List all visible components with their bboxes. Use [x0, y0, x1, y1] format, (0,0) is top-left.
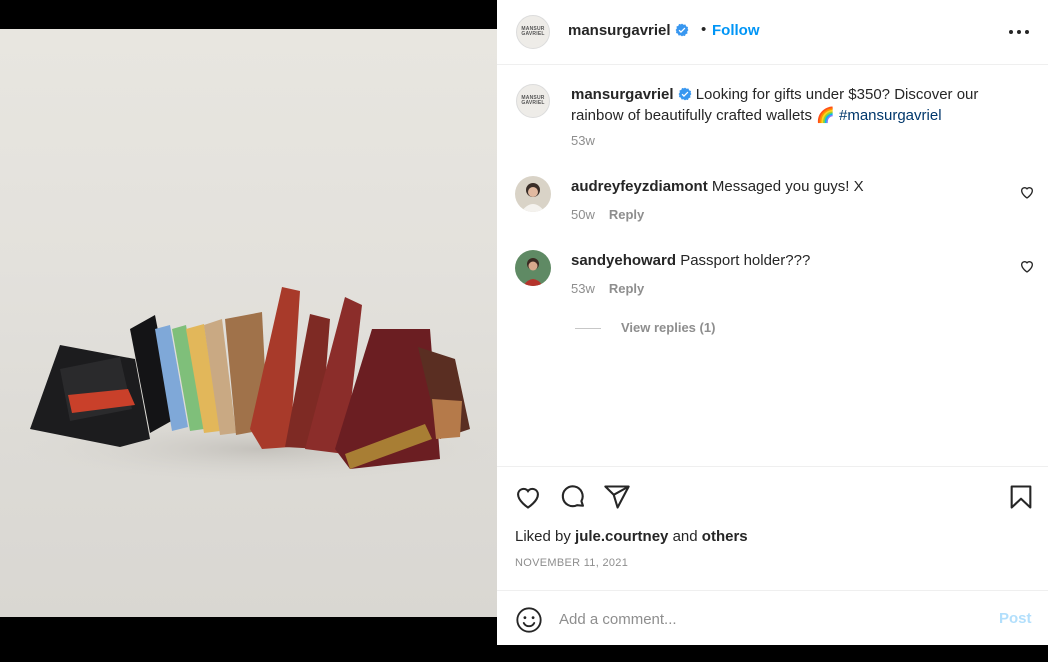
comment-like-heart-icon[interactable]	[1019, 258, 1035, 274]
author-username-text[interactable]: mansurgavriel	[568, 22, 671, 39]
reply-button[interactable]: Reply	[609, 281, 644, 296]
add-comment-bar: Post	[497, 590, 1048, 645]
comment-time[interactable]: 50w	[571, 207, 595, 222]
comment-body: Passport holder???	[680, 252, 811, 269]
reply-button[interactable]: Reply	[609, 207, 644, 222]
comment-like-heart-icon[interactable]	[1019, 184, 1035, 200]
comment-username[interactable]: sandyehoward	[571, 252, 676, 269]
post-photo-wallets[interactable]	[0, 29, 497, 617]
comment-bubble-icon[interactable]	[559, 483, 587, 511]
post-date[interactable]: NOVEMBER 11, 2021	[515, 557, 628, 569]
post-comment-button[interactable]: Post	[999, 610, 1032, 627]
view-replies-label: View replies (1)	[621, 320, 716, 335]
author-avatar[interactable]: MANSUR GAVRIEL	[516, 15, 550, 49]
view-replies-button[interactable]: View replies (1)	[575, 320, 715, 335]
post-actions: Liked by jule.courtney and others NOVEMB…	[497, 466, 1048, 590]
commenter-avatar[interactable]	[515, 250, 551, 286]
caption-meta: 53w	[571, 133, 595, 148]
post-details-panel: MANSUR GAVRIEL mansurgavriel • Follow MA…	[497, 0, 1048, 645]
likes-and: and	[672, 528, 698, 545]
likes-prefix: Liked by	[515, 528, 571, 545]
share-paper-plane-icon[interactable]	[603, 483, 631, 511]
avatar-photo-icon	[515, 176, 551, 212]
comment-body: Messaged you guys! X	[711, 178, 864, 195]
more-horizontal-icon[interactable]	[1007, 22, 1031, 42]
bottom-black-bar	[497, 645, 1048, 662]
avatar-logo-text: MANSUR GAVRIEL	[521, 95, 545, 106]
likes-summary: Liked by jule.courtney and others	[515, 528, 748, 545]
comment-username[interactable]: audreyfeyzdiamont	[571, 178, 708, 195]
caption-hashtag[interactable]: #mansurgavriel	[839, 107, 942, 124]
comment-text: audreyfeyzdiamont Messaged you guys! X	[571, 176, 1021, 197]
header-separator: •	[701, 21, 707, 38]
emoji-smiley-icon[interactable]	[515, 606, 543, 634]
comment-meta: 50w Reply	[571, 207, 644, 222]
liked-by-others[interactable]: others	[702, 528, 748, 545]
save-bookmark-icon[interactable]	[1007, 483, 1035, 511]
comments-section: MANSUR GAVRIEL mansurgavriel Looking for…	[497, 66, 1048, 466]
commenter-avatar[interactable]	[515, 176, 551, 212]
caption-text: mansurgavriel Looking for gifts under $3…	[571, 84, 1021, 126]
post-media	[0, 0, 497, 662]
author-username[interactable]: mansurgavriel	[568, 22, 689, 39]
instagram-post-window: MANSUR GAVRIEL mansurgavriel • Follow MA…	[0, 0, 1048, 662]
avatar-logo-text: MANSUR GAVRIEL	[521, 26, 545, 37]
like-heart-icon[interactable]	[514, 483, 542, 511]
follow-button[interactable]: Follow	[712, 22, 760, 39]
comment-input[interactable]	[559, 607, 959, 631]
caption-username[interactable]: mansurgavriel	[571, 86, 674, 103]
caption-time[interactable]: 53w	[571, 133, 595, 148]
wallets-illustration	[20, 287, 497, 484]
caption-author-avatar[interactable]: MANSUR GAVRIEL	[516, 84, 550, 118]
comment-meta: 53w Reply	[571, 281, 644, 296]
comment-text: sandyehoward Passport holder???	[571, 250, 1021, 271]
post-header: MANSUR GAVRIEL mansurgavriel • Follow	[497, 0, 1048, 65]
replies-divider-line	[575, 328, 601, 330]
liked-by-user[interactable]: jule.courtney	[575, 528, 668, 545]
avatar-photo-icon	[515, 250, 551, 286]
comment-time[interactable]: 53w	[571, 281, 595, 296]
verified-badge-icon	[675, 23, 688, 37]
verified-badge-icon	[678, 87, 691, 101]
